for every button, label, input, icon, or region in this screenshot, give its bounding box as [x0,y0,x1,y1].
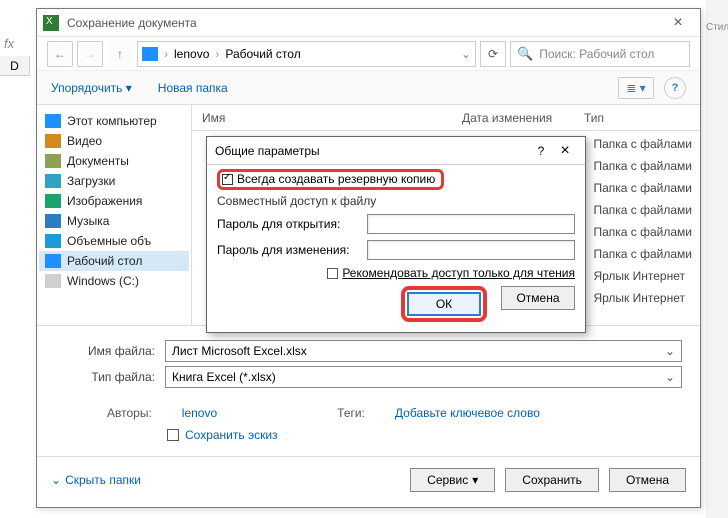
chevron-right-icon: › [215,47,219,61]
highlight-backup-option: Всегда создавать резервную копию [217,169,444,190]
save-thumbnail-label: Сохранить эскиз [185,428,278,442]
chevron-right-icon: › [164,47,168,61]
tree-videos[interactable]: Видео [39,131,189,151]
close-icon[interactable]: × [662,14,694,32]
filetype-label: Тип файла: [55,370,165,384]
address-bar-row: ← → ↑ › lenovo › Рабочий стол ⌄ ⟳ 🔍 Поис… [37,37,700,71]
cancel-button[interactable]: Отмена [609,468,686,492]
new-folder-button[interactable]: Новая папка [158,81,228,95]
col-type[interactable]: Тип [574,111,700,125]
readonly-label: Рекомендовать доступ только для чтения [342,266,575,280]
breadcrumb[interactable]: › lenovo › Рабочий стол ⌄ [137,41,476,67]
nav-forward-button[interactable]: → [77,41,103,67]
service-menu[interactable]: Сервис▾ [410,468,495,492]
file-sharing-label: Совместный доступ к файлу [217,194,575,208]
tree-pictures[interactable]: Изображения [39,191,189,211]
view-mode-button[interactable]: ≣ ▾ [618,77,654,99]
search-icon: 🔍 [517,46,533,62]
tree-music[interactable]: Музыка [39,211,189,231]
chevron-down-icon[interactable]: ⌄ [461,47,471,61]
column-header-d: D [0,56,30,76]
filename-input[interactable]: Лист Microsoft Excel.xlsx⌄ [165,340,682,362]
crumb-desktop[interactable]: Рабочий стол [225,47,300,61]
toolbar: Упорядочить ▾ Новая папка ≣ ▾ ? [37,71,700,105]
save-thumbnail-checkbox[interactable] [167,429,179,441]
highlight-ok-button: ОК [401,286,487,322]
general-options-dialog: Общие параметры ? × Всегда создавать рез… [206,136,586,333]
tree-3d[interactable]: Объемные объ [39,231,189,251]
dialog-title: Сохранение документа [67,16,662,30]
modal-cancel-button[interactable]: Отмена [501,286,575,310]
save-button[interactable]: Сохранить [505,468,599,492]
password-open-input[interactable] [367,214,575,234]
nav-back-button[interactable]: ← [47,41,73,67]
nav-tree: Этот компьютер Видео Документы Загрузки … [37,105,192,325]
ok-button[interactable]: ОК [407,292,481,316]
tree-this-pc[interactable]: Этот компьютер [39,111,189,131]
formula-bar-fx: fx [4,36,14,51]
filetype-select[interactable]: Книга Excel (*.xlsx)⌄ [165,366,682,388]
always-backup-checkbox[interactable] [222,174,233,185]
authors-value[interactable]: lenovo [182,406,217,420]
col-date[interactable]: Дата изменения [452,111,574,125]
ribbon-fragment: Стил [706,0,728,518]
refresh-button[interactable]: ⟳ [480,41,506,67]
always-backup-label: Всегда создавать резервную копию [237,172,435,186]
password-modify-label: Пароль для изменения: [217,243,367,257]
password-open-label: Пароль для открытия: [217,217,367,231]
tree-downloads[interactable]: Загрузки [39,171,189,191]
search-placeholder: Поиск: Рабочий стол [539,47,654,61]
filename-label: Имя файла: [55,344,165,358]
tags-value[interactable]: Добавьте ключевое слово [395,406,540,420]
modal-close-button[interactable]: × [553,142,577,160]
search-input[interactable]: 🔍 Поиск: Рабочий стол [510,41,690,67]
tags-label: Теги: [337,406,365,420]
col-name[interactable]: Имя [192,111,452,125]
password-modify-input[interactable] [367,240,575,260]
titlebar: Сохранение документа × [37,9,700,37]
excel-icon [43,15,59,31]
modal-title: Общие параметры [215,144,320,158]
authors-label: Авторы: [107,406,152,420]
tree-documents[interactable]: Документы [39,151,189,171]
organize-menu[interactable]: Упорядочить ▾ [51,81,132,95]
tree-desktop[interactable]: Рабочий стол [39,251,189,271]
drive-icon [142,47,158,61]
modal-help-button[interactable]: ? [529,144,553,158]
readonly-checkbox[interactable] [327,268,338,279]
hide-folders-toggle[interactable]: ⌄ Скрыть папки [51,473,141,487]
tree-windows-c[interactable]: Windows (C:) [39,271,189,291]
file-type-column-values: Папка с файлами Папка с файлами Папка с … [593,133,692,309]
chevron-down-icon: ⌄ [51,473,61,487]
crumb-user[interactable]: lenovo [174,47,209,61]
help-button[interactable]: ? [664,77,686,99]
nav-up-button[interactable]: ↑ [107,41,133,67]
